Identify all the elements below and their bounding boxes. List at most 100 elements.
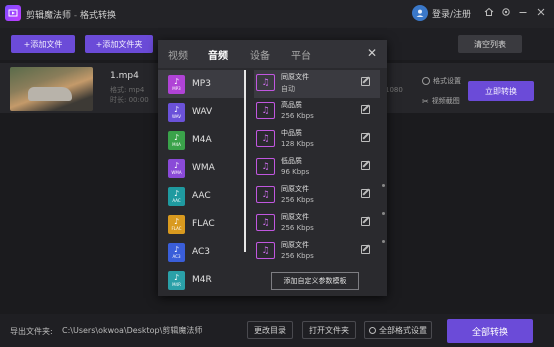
format-item-m4r[interactable]: ♪ M4R M4R (158, 266, 244, 294)
convert-all-button[interactable]: 全部转换 (447, 319, 533, 343)
title-bar: 剪辑魔法师 - 格式转换 登录/注册 (0, 0, 554, 28)
preset-detail: 128 Kbps (281, 140, 314, 148)
preset-item[interactable]: ♫ 中品质 128 Kbps (254, 126, 380, 154)
gear-icon (369, 326, 376, 334)
edit-icon[interactable] (361, 133, 370, 142)
add-custom-preset-button[interactable]: 添加自定义参数模板 (271, 272, 359, 290)
preset-title: 同原文件 (281, 185, 309, 193)
music-note-icon: ♫ (256, 102, 275, 119)
preset-detail: 256 Kbps (281, 196, 314, 204)
music-file-icon: ♪ MP3 (168, 74, 185, 94)
file-name: 1.mp4 (110, 71, 139, 81)
change-directory-button[interactable]: 更改目录 (247, 321, 293, 339)
output-resolution: 1080 (385, 86, 403, 94)
app-title: 剪辑魔法师 - 格式转换 (26, 11, 117, 21)
format-item-wav[interactable]: ♪ WAV WAV (158, 98, 244, 126)
format-item-wma[interactable]: ♪ WMA WMA (158, 154, 244, 182)
music-file-icon: ♪ FLAC (168, 214, 185, 234)
preset-list: ♫ 同原文件 自动 ♫ 高品质 256 Kbps ♫ 中品质 128 Kbps … (254, 70, 380, 266)
preset-title: 中品质 (281, 129, 302, 137)
gear-icon (422, 77, 430, 85)
format-name: WAV (192, 107, 213, 117)
video-cut-link[interactable]: ✂ 视频截图 (422, 96, 460, 106)
preset-item[interactable]: ♫ 低品质 96 Kbps (254, 154, 380, 182)
music-note-icon: ♫ (256, 214, 275, 231)
preset-item[interactable]: ♫ 同原文件 256 Kbps (254, 210, 380, 238)
tab-platform[interactable]: 平台 (291, 47, 311, 62)
music-file-icon: ♪ AC3 (168, 242, 185, 262)
music-file-icon: ♪ M4R (168, 270, 185, 290)
music-note-icon: ♫ (256, 74, 275, 91)
settings-gear-icon[interactable] (500, 6, 512, 18)
music-file-icon: ♪ WMA (168, 158, 185, 178)
format-item-aac[interactable]: ♪ AAC AAC (158, 182, 244, 210)
edit-icon[interactable] (361, 245, 370, 254)
format-name: M4A (192, 135, 212, 145)
add-file-button[interactable]: +添加文件 (11, 35, 75, 53)
preset-item[interactable]: ♫ 同原文件 256 Kbps (254, 238, 380, 266)
format-name: MP3 (192, 79, 211, 89)
music-note-icon: ♫ (256, 186, 275, 203)
edit-icon[interactable] (361, 189, 370, 198)
home-icon[interactable] (483, 6, 495, 18)
tab-video[interactable]: 视频 (168, 47, 188, 62)
edit-icon[interactable] (361, 217, 370, 226)
close-window-icon[interactable] (535, 6, 547, 18)
close-icon[interactable]: ✕ (367, 46, 377, 60)
preset-title: 同原文件 (281, 73, 309, 81)
music-note-icon: ♫ (256, 130, 275, 147)
scissors-icon: ✂ (422, 96, 429, 106)
output-folder-label: 导出文件夹: (10, 327, 53, 336)
preset-detail: 256 Kbps (281, 224, 314, 232)
open-folder-button[interactable]: 打开文件夹 (302, 321, 356, 339)
add-folder-button[interactable]: +添加文件夹 (85, 35, 153, 53)
preset-item[interactable]: ♫ 高品质 256 Kbps (254, 98, 380, 126)
tab-audio[interactable]: 音频 (208, 47, 228, 62)
user-avatar-icon (412, 5, 428, 21)
edit-icon[interactable] (361, 105, 370, 114)
format-settings-link[interactable]: 格式设置 (422, 76, 461, 86)
all-format-settings-button[interactable]: 全部格式设置 (364, 321, 432, 339)
preset-detail: 256 Kbps (281, 252, 314, 260)
bottom-bar: 导出文件夹: C:\Users\okwoa\Desktop\剪辑魔法师 更改目录… (0, 314, 554, 347)
format-name: AAC (192, 191, 211, 201)
file-meta: 格式: mp4 时长: 00:00 (110, 86, 149, 104)
minimize-icon[interactable] (517, 6, 529, 18)
format-list: ♪ MP3 MP3 ♪ WAV WAV ♪ M4A M4A ♪ WMA WMA ♪ AAC… (158, 68, 244, 296)
preset-item[interactable]: ♫ 同原文件 自动 (254, 70, 380, 98)
edit-icon[interactable] (361, 161, 370, 170)
preset-item[interactable]: ♫ 同原文件 256 Kbps (254, 182, 380, 210)
format-item-m4a[interactable]: ♪ M4A M4A (158, 126, 244, 154)
preset-title: 高品质 (281, 101, 302, 109)
music-file-icon: ♪ M4A (168, 130, 185, 150)
music-file-icon: ♪ AAC (168, 186, 185, 206)
convert-now-button[interactable]: 立即转换 (468, 81, 534, 101)
video-thumbnail (10, 67, 93, 111)
edit-icon[interactable] (361, 77, 370, 86)
panel-divider (244, 70, 246, 252)
preset-scrollbar[interactable] (382, 70, 385, 266)
popup-tab-bar: 视频 音频 设备 平台 ✕ (158, 40, 387, 68)
tab-device[interactable]: 设备 (250, 47, 270, 62)
preset-title: 同原文件 (281, 241, 309, 249)
format-name: M4R (192, 275, 212, 285)
format-name: WMA (192, 163, 215, 173)
format-picker-popup: 视频 音频 设备 平台 ✕ ♪ MP3 MP3 ♪ WAV WAV ♪ M4A M4A… (158, 40, 387, 296)
preset-title: 低品质 (281, 157, 302, 165)
music-file-icon: ♪ WAV (168, 102, 185, 122)
clear-list-button[interactable]: 清空列表 (458, 35, 522, 53)
music-note-icon: ♫ (256, 242, 275, 259)
output-path-field[interactable]: C:\Users\okwoa\Desktop\剪辑魔法师 (56, 321, 236, 339)
format-item-flac[interactable]: ♪ FLAC FLAC (158, 210, 244, 238)
format-name: AC3 (192, 247, 211, 257)
login-link[interactable]: 登录/注册 (432, 7, 471, 20)
format-item-mp3[interactable]: ♪ MP3 MP3 (158, 70, 244, 98)
login-area[interactable]: 登录/注册 (412, 5, 471, 21)
preset-detail: 96 Kbps (281, 168, 310, 176)
format-item-ac3[interactable]: ♪ AC3 AC3 (158, 238, 244, 266)
preset-title: 同原文件 (281, 213, 309, 221)
preset-detail: 256 Kbps (281, 112, 314, 120)
format-name: FLAC (192, 219, 215, 229)
preset-detail: 自动 (281, 85, 295, 93)
app-logo-icon (5, 5, 21, 21)
